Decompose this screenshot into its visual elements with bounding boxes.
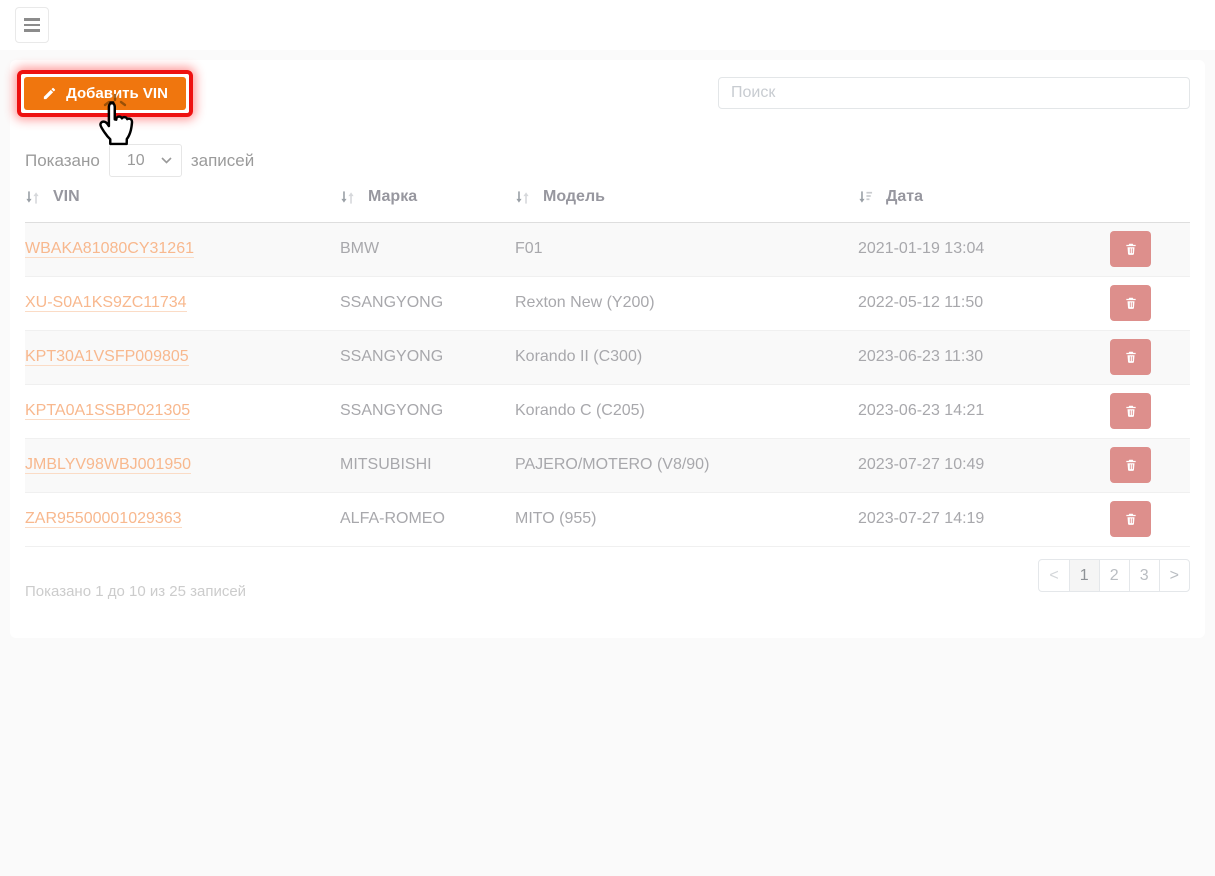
trash-icon	[1124, 458, 1138, 472]
table-row: JMBLYV98WBJ001950 MITSUBISHI PAJERO/MOTE…	[25, 438, 1190, 492]
column-label: Модель	[543, 188, 605, 206]
column-label: VIN	[53, 188, 80, 206]
table-row: KPTA0A1SSBP021305 SSANGYONG Korando C (C…	[25, 384, 1190, 438]
model-cell: Rexton New (Y200)	[515, 276, 858, 330]
table-row: WBAKA81080CY31261 BMW F01 2021-01-19 13:…	[25, 222, 1190, 276]
model-cell: Korando II (C300)	[515, 330, 858, 384]
trash-icon	[1124, 512, 1138, 526]
vin-link[interactable]: KPT30A1VSFP009805	[25, 348, 189, 366]
brand-cell: SSANGYONG	[340, 276, 515, 330]
brand-cell: SSANGYONG	[340, 384, 515, 438]
date-cell: 2023-07-27 14:19	[858, 492, 1084, 546]
table-row: ZAR95500001029363 ALFA-ROMEO MITO (955) …	[25, 492, 1190, 546]
column-header-vin[interactable]: VIN	[25, 188, 340, 222]
pagination-page-2-button[interactable]: 2	[1099, 559, 1130, 592]
vin-table-card: Добавить VIN Показано 10	[10, 60, 1205, 638]
vin-link[interactable]: JMBLYV98WBJ001950	[25, 456, 191, 474]
date-cell: 2023-06-23 14:21	[858, 384, 1084, 438]
column-label: Дата	[886, 188, 923, 206]
column-header-date[interactable]: Дата	[858, 188, 1084, 222]
model-cell: PAJERO/MOTERO (V8/90)	[515, 438, 858, 492]
records-info-label: Показано 1 до 10 из 25 записей	[25, 583, 246, 600]
model-cell: Korando C (C205)	[515, 384, 858, 438]
table-row: KPT30A1VSFP009805 SSANGYONG Korando II (…	[25, 330, 1190, 384]
date-cell: 2023-07-27 10:49	[858, 438, 1084, 492]
delete-button[interactable]	[1110, 501, 1151, 537]
pagination-page-3-button[interactable]: 3	[1129, 559, 1160, 592]
length-suffix-label: записей	[191, 151, 254, 171]
chevron-down-icon	[161, 157, 172, 164]
pagination-next-button[interactable]: >	[1159, 559, 1190, 592]
brand-cell: BMW	[340, 222, 515, 276]
hand-cursor-icon	[93, 100, 139, 157]
table-header-row: VIN Марка Модель	[25, 188, 1190, 222]
sort-icon	[25, 190, 40, 205]
column-label: Марка	[368, 188, 417, 206]
delete-button[interactable]	[1110, 285, 1151, 321]
vin-link[interactable]: KPTA0A1SSBP021305	[25, 402, 190, 420]
length-prefix-label: Показано	[25, 151, 100, 171]
delete-button[interactable]	[1110, 393, 1151, 429]
column-header-brand[interactable]: Марка	[340, 188, 515, 222]
search-input[interactable]	[718, 77, 1190, 109]
brand-cell: SSANGYONG	[340, 330, 515, 384]
vin-manager-page: Добавить VIN Показано 10	[0, 0, 1215, 876]
column-header-model[interactable]: Модель	[515, 188, 858, 222]
trash-icon	[1124, 296, 1138, 310]
vin-table: VIN Марка Модель	[25, 188, 1190, 547]
date-cell: 2021-01-19 13:04	[858, 222, 1084, 276]
pagination-page-1-button[interactable]: 1	[1069, 559, 1100, 592]
vin-link[interactable]: WBAKA81080CY31261	[25, 240, 194, 258]
top-bar	[0, 0, 1215, 50]
delete-button[interactable]	[1110, 447, 1151, 483]
sort-icon	[340, 190, 355, 205]
sort-icon	[515, 190, 530, 205]
trash-icon	[1124, 404, 1138, 418]
table-row: XU-S0A1KS9ZC11734 SSANGYONG Rexton New (…	[25, 276, 1190, 330]
sidebar-toggle-button[interactable]	[15, 7, 49, 43]
pencil-icon	[42, 86, 57, 101]
brand-cell: MITSUBISHI	[340, 438, 515, 492]
model-cell: F01	[515, 222, 858, 276]
vin-link[interactable]: XU-S0A1KS9ZC11734	[25, 294, 187, 312]
delete-button[interactable]	[1110, 231, 1151, 267]
vin-link[interactable]: ZAR95500001029363	[25, 510, 182, 528]
trash-icon	[1124, 242, 1138, 256]
pagination-prev-button[interactable]: <	[1038, 559, 1069, 592]
trash-icon	[1124, 350, 1138, 364]
hamburger-icon	[24, 18, 40, 32]
brand-cell: ALFA-ROMEO	[340, 492, 515, 546]
page-length-control: Показано 10 записей	[25, 144, 254, 177]
column-header-actions	[1084, 188, 1190, 222]
date-cell: 2022-05-12 11:50	[858, 276, 1084, 330]
model-cell: MITO (955)	[515, 492, 858, 546]
pagination: < 1 2 3 >	[1038, 559, 1190, 592]
date-cell: 2023-06-23 11:30	[858, 330, 1084, 384]
sort-amount-desc-icon	[858, 190, 873, 205]
delete-button[interactable]	[1110, 339, 1151, 375]
